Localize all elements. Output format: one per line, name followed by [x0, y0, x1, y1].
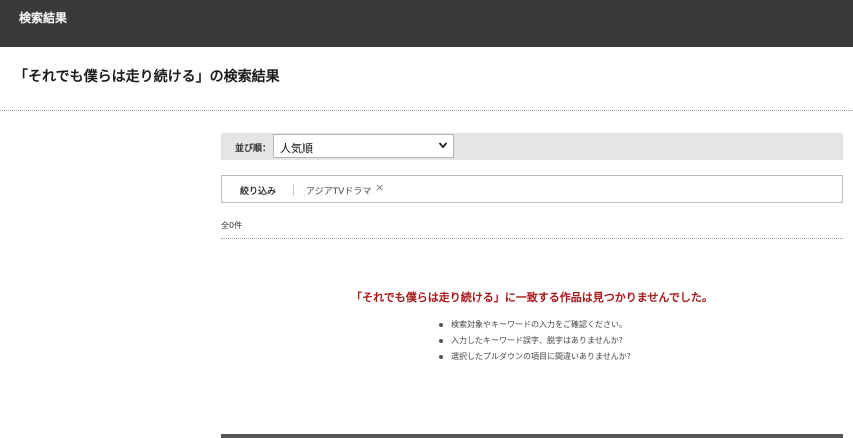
title-divider: [0, 110, 853, 111]
tip-text: 検索対象やキーワードの入力をご確認ください。: [451, 320, 627, 329]
bottom-bar: [221, 434, 843, 438]
list-item: 選択したプルダウンの項目に間違いありませんか？: [438, 351, 635, 367]
filter-bar: 絞り込み アジアTVドラマ ×: [221, 175, 843, 203]
no-result-message: 「それでも僕らは走り続ける」に一致する作品は見つかりませんでした。: [351, 291, 713, 304]
results-divider: [221, 238, 843, 239]
close-icon[interactable]: ×: [375, 182, 384, 194]
sort-bar: 並び順： 人気順: [221, 133, 843, 160]
sort-selected-value: 人気順: [280, 142, 313, 155]
tip-text: 入力したキーワード誤字、脱字はありませんか？: [451, 336, 627, 345]
header-title: 検索結果: [19, 11, 68, 25]
result-count: 全0件: [221, 221, 243, 230]
list-item: 検索対象やキーワードの入力をご確認ください。: [438, 319, 635, 335]
filter-chip-label: アジアTVドラマ: [306, 187, 372, 197]
list-item: 入力したキーワード誤字、脱字はありませんか？: [438, 335, 635, 351]
sort-dropdown[interactable]: 人気順: [273, 134, 454, 158]
bullet-icon: [439, 355, 443, 359]
bullet-icon: [439, 323, 443, 327]
page-title: 「それでも僕らは走り続ける」の検索結果: [14, 69, 280, 85]
filter-label: 絞り込み: [240, 187, 277, 197]
bullet-icon: [439, 339, 443, 343]
tip-text: 選択したプルダウンの項目に間違いありませんか？: [451, 352, 635, 361]
filter-separator: [293, 184, 294, 196]
top-header-bar: 検索結果: [0, 0, 853, 47]
search-tips-list: 検索対象やキーワードの入力をご確認ください。 入力したキーワード誤字、脱字はあり…: [438, 319, 635, 367]
sort-label: 並び順：: [235, 144, 272, 154]
chevron-down-icon: [438, 142, 448, 149]
